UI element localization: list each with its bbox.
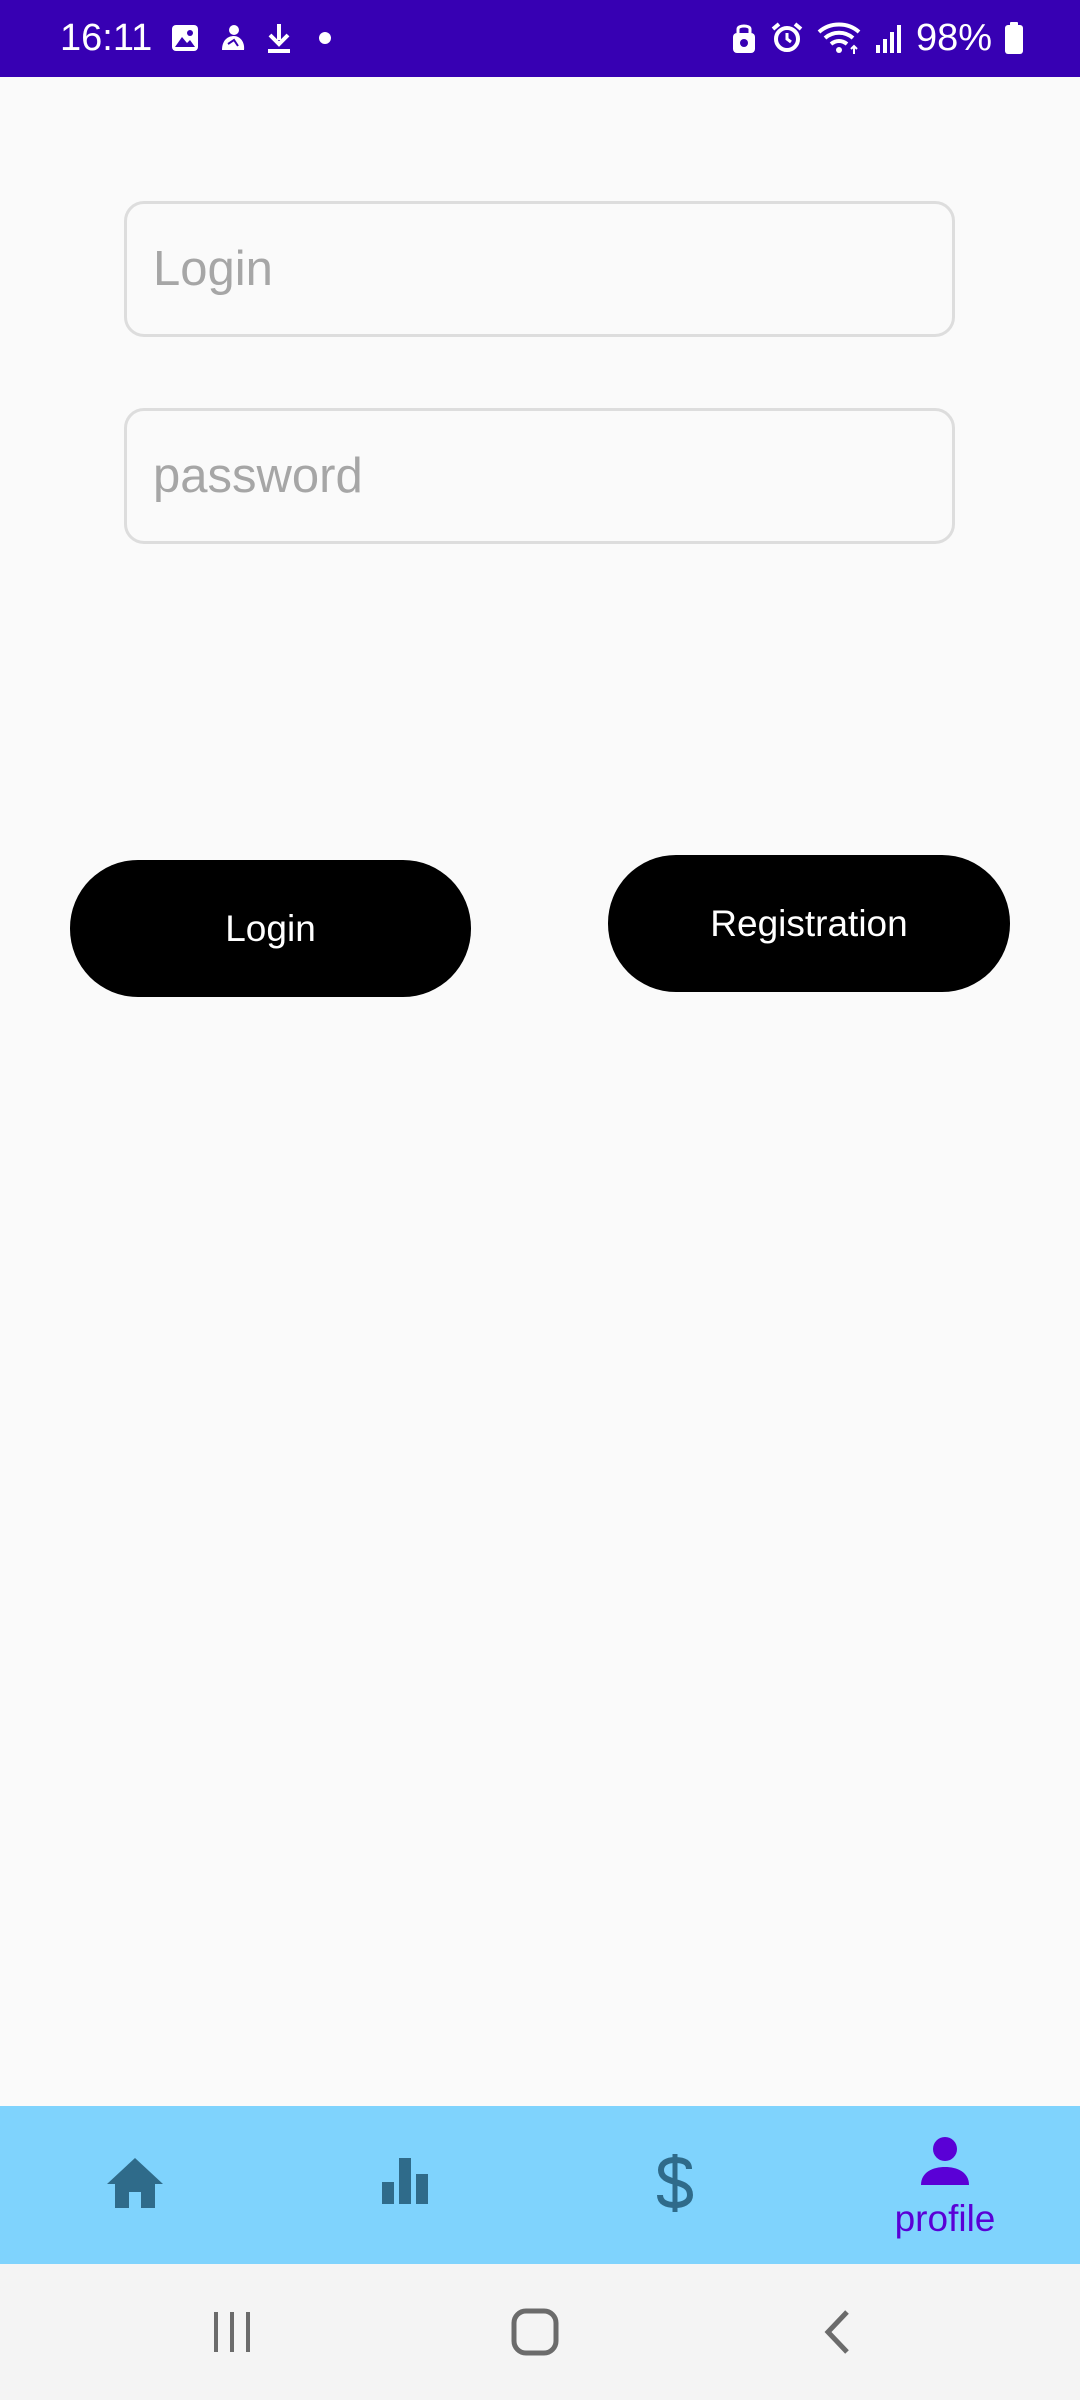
registration-button-label: Registration <box>710 902 908 944</box>
home-icon <box>107 2158 163 2208</box>
status-bar: 16:11 98% <box>0 0 1080 77</box>
notification-app-icon <box>222 25 245 50</box>
nfc-lock-icon <box>732 24 755 53</box>
status-notification-icons <box>170 18 340 58</box>
signal-icon <box>875 25 901 53</box>
gallery-icon <box>172 25 198 51</box>
registration-button[interactable]: Registration <box>608 855 1010 992</box>
battery-icon <box>1005 22 1023 54</box>
login-field[interactable] <box>124 201 955 337</box>
bottom-navigation: profile <box>0 2106 1080 2264</box>
home-button-icon <box>511 2308 559 2356</box>
battery-percentage: 98% <box>915 17 992 59</box>
alarm-icon <box>771 22 803 52</box>
person-icon <box>921 2137 969 2185</box>
home-button[interactable] <box>485 2292 585 2372</box>
status-system-icons: 98% <box>730 16 1024 60</box>
nav-item-profile[interactable]: profile <box>810 2106 1080 2264</box>
login-button-label: Login <box>225 907 316 949</box>
nav-item-stats[interactable] <box>270 2106 540 2264</box>
back-button[interactable] <box>787 2292 887 2372</box>
recents-button[interactable] <box>182 2292 282 2372</box>
dollar-icon <box>657 2154 694 2212</box>
system-navigation-bar <box>0 2264 1080 2400</box>
bar-chart-icon <box>382 2158 428 2204</box>
nav-label-profile: profile <box>894 2198 996 2239</box>
password-input[interactable] <box>127 411 952 541</box>
nav-item-finance[interactable] <box>540 2106 810 2264</box>
dot-icon <box>319 32 331 44</box>
login-input[interactable] <box>127 204 952 334</box>
back-icon <box>824 2310 849 2354</box>
status-time: 16:11 <box>60 17 153 59</box>
nav-item-home[interactable] <box>0 2106 270 2264</box>
wifi-icon <box>817 22 861 54</box>
login-button[interactable]: Login <box>70 860 471 997</box>
recents-icon <box>214 2312 250 2352</box>
download-icon <box>268 24 290 53</box>
password-field[interactable] <box>124 408 955 544</box>
